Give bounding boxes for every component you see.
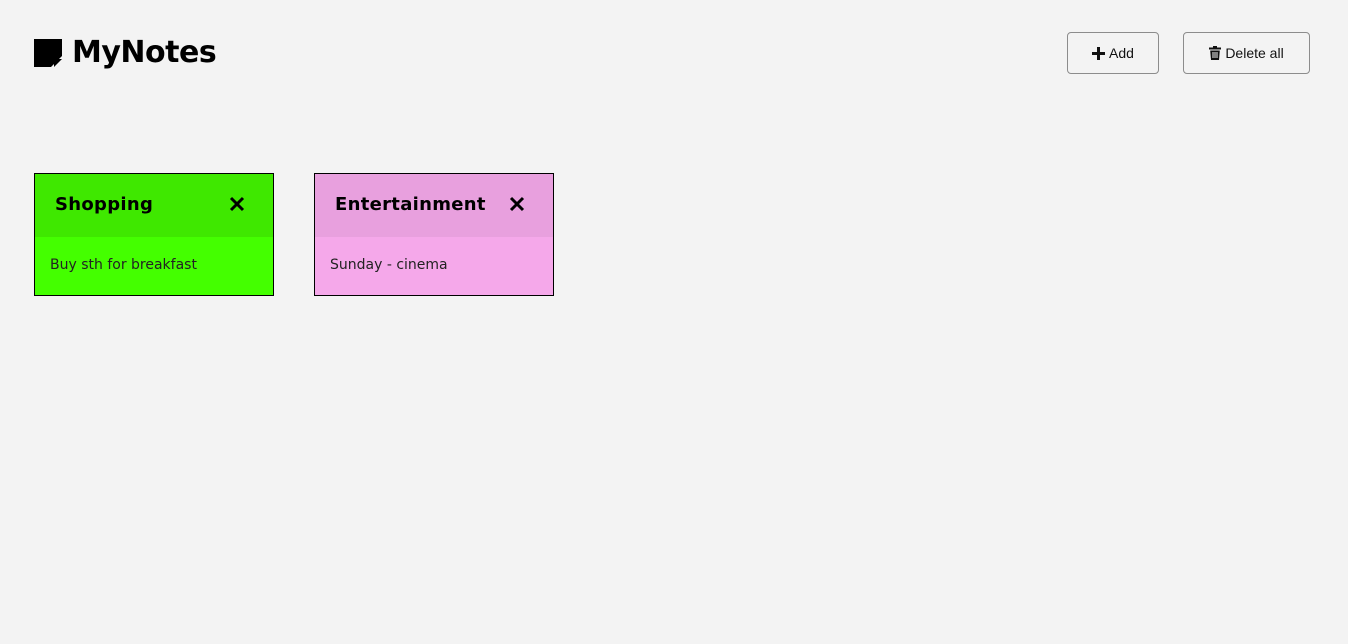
note-header: Shopping — [35, 174, 273, 237]
add-note-button[interactable]: Add — [1067, 32, 1159, 74]
note-header: Entertainment — [315, 174, 553, 237]
note-title: Shopping — [55, 194, 154, 215]
app-logo: MyNotes — [34, 33, 217, 73]
note-card: Shopping Buy sth for breakfast — [34, 173, 274, 296]
note-title: Entertainment — [335, 194, 486, 215]
delete-all-button[interactable]: Delete all — [1183, 32, 1310, 74]
note-card: Entertainment Sunday - cinema — [314, 173, 554, 296]
plus-icon — [1092, 46, 1106, 60]
delete-all-button-label: Delete all — [1225, 45, 1284, 61]
app-title: MyNotes — [72, 35, 217, 70]
add-button-label: Add — [1109, 45, 1134, 61]
note-text: Buy sth for breakfast — [50, 257, 197, 273]
note-body: Buy sth for breakfast — [35, 237, 273, 295]
note-text: Sunday - cinema — [330, 257, 448, 273]
close-icon[interactable] — [509, 196, 525, 212]
app-header: MyNotes Add Delete all — [0, 0, 1348, 110]
close-icon[interactable] — [229, 196, 245, 212]
note-body: Sunday - cinema — [315, 237, 553, 295]
trash-icon — [1209, 46, 1222, 60]
sticky-note-icon — [34, 39, 62, 67]
